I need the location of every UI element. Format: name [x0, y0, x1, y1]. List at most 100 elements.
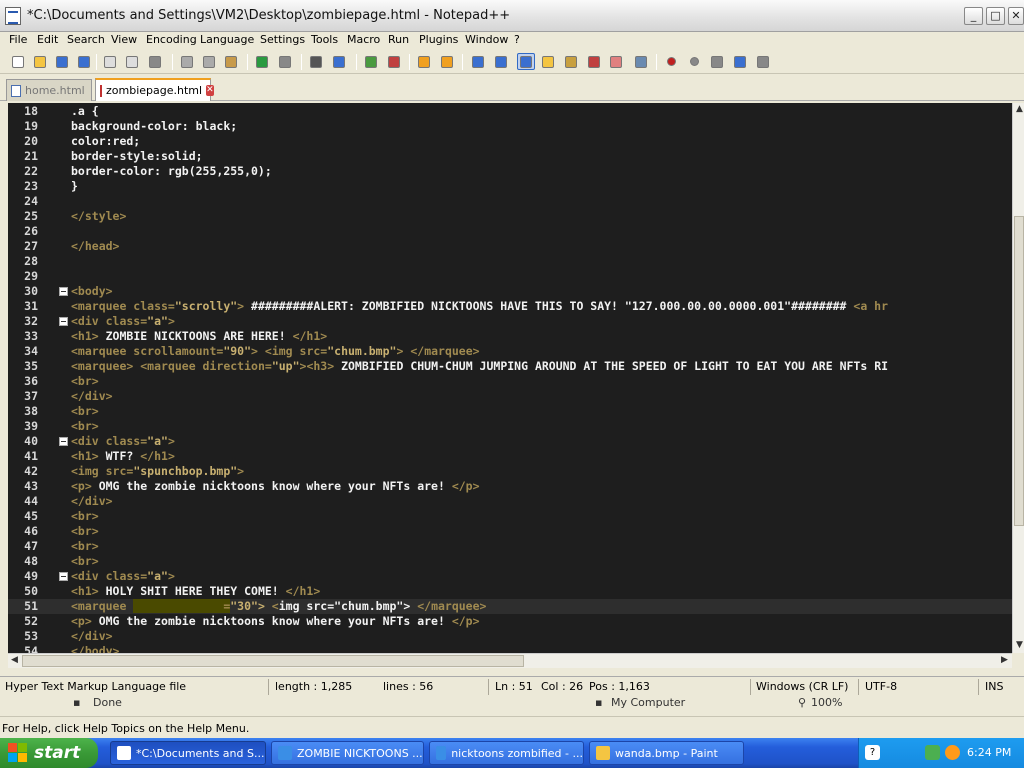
code-line[interactable]: 48 <br>	[8, 554, 1012, 569]
code-line[interactable]: 49 <div class="a">	[8, 569, 1012, 584]
close-button[interactable]: ✕	[1008, 7, 1024, 25]
monitoring-icon[interactable]	[632, 53, 650, 70]
code-line[interactable]: 45 <br>	[8, 509, 1012, 524]
taskbar-button[interactable]: *C:\Documents and S...	[110, 741, 266, 765]
redo-icon[interactable]	[276, 53, 294, 70]
code-line[interactable]: 50 <h1> HOLY SHIT HERE THEY COME! </h1>	[8, 584, 1012, 599]
code-line[interactable]: 52 <p> OMG the zombie nicktoons know wher…	[8, 614, 1012, 629]
code-line[interactable]: 34 <marquee scrollamount="90"> <img src="…	[8, 344, 1012, 359]
menu-macro[interactable]: Macro	[347, 33, 380, 46]
replace-icon[interactable]	[330, 53, 348, 70]
code-editor[interactable]: 18 .a {19 background-color: black; 20 color:…	[8, 103, 1012, 653]
maximize-button[interactable]: □	[986, 7, 1005, 25]
fold-toggle-icon[interactable]	[59, 317, 68, 326]
save-icon[interactable]	[53, 53, 71, 70]
code-line[interactable]: 35 <marquee> <marquee direction="up"><h3>…	[8, 359, 1012, 374]
title-bar[interactable]: *C:\Documents and Settings\VM2\Desktop\z…	[0, 0, 1024, 32]
new-file-icon[interactable]	[9, 53, 27, 70]
menu-search[interactable]: Search	[67, 33, 105, 46]
code-line[interactable]: 51 <marquee ="30"> <img src="chum.bmp"> <…	[8, 599, 1012, 614]
close-all-icon[interactable]	[123, 53, 141, 70]
zoom-in-icon[interactable]	[362, 53, 380, 70]
help-question-icon[interactable]: ?	[865, 745, 880, 760]
code-line[interactable]: 53 </div>	[8, 629, 1012, 644]
undo-icon[interactable]	[253, 53, 271, 70]
run-multiple-icon[interactable]	[731, 53, 749, 70]
tab-close-icon[interactable]: ✕	[206, 85, 214, 96]
code-line[interactable]: 29	[8, 269, 1012, 284]
code-line[interactable]: 46 <br>	[8, 524, 1012, 539]
close-file-icon[interactable]	[101, 53, 119, 70]
zoom-out-icon[interactable]	[385, 53, 403, 70]
fold-toggle-icon[interactable]	[59, 287, 68, 296]
code-line[interactable]: 26	[8, 224, 1012, 239]
fold-toggle-icon[interactable]	[59, 572, 68, 581]
record-macro-icon[interactable]	[662, 53, 680, 70]
horizontal-scroll-thumb[interactable]	[22, 655, 524, 667]
taskbar-button[interactable]: ZOMBIE NICKTOONS ...	[271, 741, 424, 765]
menu-file[interactable]: File	[9, 33, 27, 46]
notepadpp-app-icon[interactable]	[5, 7, 21, 25]
menu-view[interactable]: View	[111, 33, 137, 46]
code-line[interactable]: 33 <h1> ZOMBIE NICKTOONS ARE HERE! </h1>	[8, 329, 1012, 344]
vertical-scrollbar[interactable]: ▲ ▼	[1012, 103, 1024, 653]
indent-guide-icon[interactable]	[517, 53, 535, 70]
print-icon[interactable]	[146, 53, 164, 70]
menu-settings[interactable]: Settings	[260, 33, 305, 46]
code-line[interactable]: 30 <body>	[8, 284, 1012, 299]
code-line[interactable]: 43 <p> OMG the zombie nicktoons know wher…	[8, 479, 1012, 494]
fold-toggle-icon[interactable]	[59, 437, 68, 446]
code-line[interactable]: 44 </div>	[8, 494, 1012, 509]
zoom-icon[interactable]: ⚲	[798, 696, 806, 709]
code-line[interactable]: 38 <br>	[8, 404, 1012, 419]
menu-run[interactable]: Run	[388, 33, 409, 46]
taskbar-button[interactable]: nicktoons zombified - ...	[429, 741, 584, 765]
doc-map-icon[interactable]	[539, 53, 557, 70]
code-line[interactable]: 28	[8, 254, 1012, 269]
code-line[interactable]: 22 border-color: rgb(255,255,0);	[8, 164, 1012, 179]
paste-icon[interactable]	[222, 53, 240, 70]
copy-icon[interactable]	[200, 53, 218, 70]
code-line[interactable]: 18 .a {	[8, 104, 1012, 119]
sync-vertical-icon[interactable]	[415, 53, 433, 70]
menu-language[interactable]: Language	[200, 33, 254, 46]
code-line[interactable]: 47 <br>	[8, 539, 1012, 554]
find-icon[interactable]	[307, 53, 325, 70]
code-line[interactable]: 31 <marquee class="scrolly"> #########ALE…	[8, 299, 1012, 314]
taskbar-button[interactable]: wanda.bmp - Paint	[589, 741, 744, 765]
code-line[interactable]: 25 </style>	[8, 209, 1012, 224]
network-icon[interactable]	[925, 745, 940, 760]
scroll-right-arrow-icon[interactable]: ▶	[998, 654, 1011, 667]
menu-help[interactable]: ?	[514, 33, 520, 46]
show-all-chars-icon[interactable]	[492, 53, 510, 70]
cut-icon[interactable]	[178, 53, 196, 70]
code-line[interactable]: 19 background-color: black;	[8, 119, 1012, 134]
code-line[interactable]: 36 <br>	[8, 374, 1012, 389]
scroll-left-arrow-icon[interactable]: ◀	[8, 654, 21, 667]
menu-edit[interactable]: Edit	[37, 33, 58, 46]
code-line[interactable]: 20 color:red;	[8, 134, 1012, 149]
stop-record-icon[interactable]	[685, 53, 703, 70]
vertical-scroll-thumb[interactable]	[1014, 216, 1024, 526]
folder-workspace-icon[interactable]	[585, 53, 603, 70]
save-macro-icon[interactable]	[754, 53, 772, 70]
word-wrap-icon[interactable]	[469, 53, 487, 70]
open-file-icon[interactable]	[31, 53, 49, 70]
save-all-icon[interactable]	[75, 53, 93, 70]
sync-horizontal-icon[interactable]	[438, 53, 456, 70]
playback-icon[interactable]	[708, 53, 726, 70]
code-line[interactable]: 54 </body>	[8, 644, 1012, 653]
code-line[interactable]: 39 <br>	[8, 419, 1012, 434]
start-button[interactable]: start	[0, 738, 98, 768]
menu-tools[interactable]: Tools	[311, 33, 338, 46]
menu-encoding[interactable]: Encoding	[146, 33, 197, 46]
scroll-up-arrow-icon[interactable]: ▲	[1013, 103, 1024, 116]
search-icon[interactable]	[945, 745, 960, 760]
tab-home-html[interactable]: home.html	[6, 79, 92, 101]
menu-window[interactable]: Window	[465, 33, 508, 46]
browser-zoom[interactable]: 100%	[811, 696, 842, 709]
code-line[interactable]: 21 border-style:solid;	[8, 149, 1012, 164]
code-line[interactable]: 42 <img src="spunchbop.bmp">	[8, 464, 1012, 479]
code-line[interactable]: 32 <div class="a">	[8, 314, 1012, 329]
code-line[interactable]: 24	[8, 194, 1012, 209]
